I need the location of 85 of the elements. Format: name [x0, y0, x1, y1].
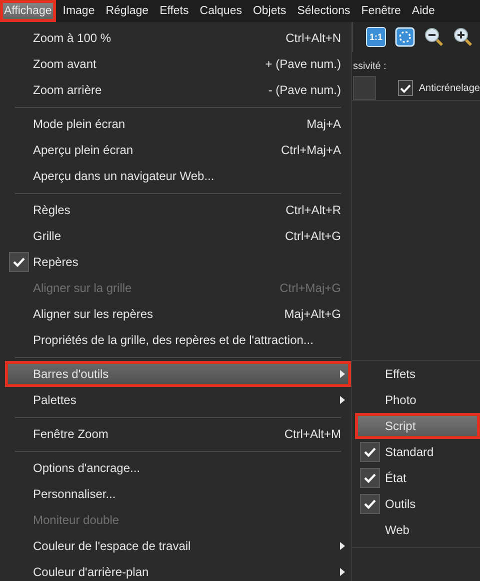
menu-item-label: Web — [385, 523, 410, 537]
menu-item[interactable]: Effets — [355, 361, 480, 387]
menu-item-label: Zoom avant — [33, 57, 98, 71]
checkmark-icon — [360, 468, 380, 488]
menu-item[interactable]: Mode plein écran Maj+A — [5, 111, 351, 137]
shortcut-label: Ctrl+Maj+G — [280, 281, 341, 295]
menu-bar-item[interactable]: Effets — [156, 0, 193, 22]
menu-item[interactable]: Outils — [355, 491, 480, 517]
menu-item[interactable]: Script — [355, 413, 480, 439]
menu-item[interactable]: Zoom avant + (Pave num.) — [5, 51, 351, 77]
menu-item-label: Aligner sur la grille — [33, 281, 133, 295]
menu-item[interactable]: Aligner sur les repères Maj+Alt+G — [5, 301, 351, 327]
menu-item[interactable]: Zoom arrière - (Pave num.) — [5, 77, 351, 103]
shortcut-label: Ctrl+Alt+R — [286, 203, 341, 217]
zoom-in-button[interactable] — [453, 27, 473, 47]
menu-item-label: Outils — [385, 497, 417, 511]
menu-item-label: Options d'ancrage... — [33, 461, 142, 475]
menu-item[interactable]: Fenêtre Zoom Ctrl+Alt+M — [5, 421, 351, 447]
menu-item-label: Effets — [385, 367, 416, 381]
menu-bar-item[interactable]: Objets — [248, 0, 290, 22]
menu-bar-item[interactable]: Réglage — [102, 0, 153, 22]
menu-item[interactable]: Barres d'outils — [5, 361, 351, 387]
menu-item-label: État — [385, 471, 408, 485]
shortcut-label: + (Pave num.) — [265, 57, 341, 71]
menu-item[interactable]: Aperçu dans un navigateur Web... — [5, 163, 351, 189]
zoom-out-button[interactable] — [424, 27, 444, 47]
submenu-arrow-icon — [340, 568, 345, 576]
submenu-arrow-icon — [340, 370, 345, 378]
submenu-arrow-icon — [340, 396, 345, 404]
menu-item[interactable]: Palettes — [5, 387, 351, 413]
menu-item-label: Couleur d'arrière-plan — [33, 565, 150, 579]
menu-item-label: Barres d'outils — [33, 367, 110, 381]
menu-item-label: Mode plein écran — [33, 117, 126, 131]
menu-item-label: Photo — [385, 393, 418, 407]
menu-item-label: Personnaliser... — [33, 487, 117, 501]
menu-bar-item[interactable]: Fenêtre — [357, 0, 405, 22]
menu-item[interactable]: Règles Ctrl+Alt+R — [5, 197, 351, 223]
checkmark-icon — [360, 494, 380, 514]
menu-item[interactable]: Standard — [355, 439, 480, 465]
menu-item-label: Zoom arrière — [33, 83, 103, 97]
menu-bar-item[interactable]: Image — [58, 0, 99, 22]
menu-item-label: Grille — [33, 229, 62, 243]
menu-item[interactable]: Photo — [355, 387, 480, 413]
menu-item-label: Règles — [33, 203, 72, 217]
fit-window-button[interactable] — [395, 27, 415, 47]
menu-bar-item[interactable]: Sélections — [293, 0, 354, 22]
shortcut-label: - (Pave num.) — [268, 83, 341, 97]
menu-item[interactable]: Zoom à 100 % Ctrl+Alt+N — [5, 25, 351, 51]
checkbox[interactable] — [398, 80, 413, 96]
menu-item[interactable]: Options d'ancrage... — [5, 455, 351, 481]
menu-item[interactable]: Repères — [5, 249, 351, 275]
menu-item[interactable]: Propriétés de la grille, des repères et de l'attraction... — [5, 327, 351, 353]
shortcut-label: Ctrl+Maj+A — [280, 143, 341, 157]
menu-item-label: Aperçu plein écran — [33, 143, 134, 157]
menu-item[interactable]: Aperçu plein écran Ctrl+Maj+A — [5, 137, 351, 163]
shortcut-label: Ctrl+Alt+G — [284, 229, 341, 243]
menu-item-label: Moniteur double — [33, 513, 120, 527]
menu-item-label: Script — [385, 419, 417, 433]
menu-item[interactable]: Grille Ctrl+Alt+G — [5, 223, 351, 249]
menu-bar-item[interactable]: Affichage — [0, 0, 56, 22]
menu-item-label: Standard — [385, 445, 435, 459]
shortcut-label: Ctrl+Alt+N — [286, 31, 341, 45]
shortcut-label: Ctrl+Alt+M — [284, 427, 341, 441]
menu-item-label: Propriétés de la grille, des repères et de l'attraction... — [33, 333, 314, 347]
menu-item-label: Repères — [33, 255, 80, 269]
shortcut-label: Maj+A — [306, 117, 341, 131]
menu-item-label: Fenêtre Zoom — [33, 427, 110, 441]
menu-item-label: Palettes — [33, 393, 78, 407]
checkmark-icon — [360, 442, 380, 462]
checkbox-label: Anticrénelage — [418, 82, 480, 94]
shortcut-label: Maj+Alt+G — [284, 307, 341, 321]
submenu-arrow-icon — [340, 542, 345, 550]
menu-item[interactable]: Couleur de l'espace de travail — [5, 533, 351, 559]
option-label: ssivité : — [353, 61, 386, 72]
menu-item-label: Aligner sur les repères — [33, 307, 154, 321]
menu-bar-item[interactable]: Calques — [196, 0, 246, 22]
checkmark-icon — [9, 252, 29, 272]
menu-item[interactable]: Couleur d'arrière-plan — [5, 559, 351, 581]
menu-bar-item[interactable]: Aide — [408, 0, 439, 22]
menu-item[interactable]: État — [355, 465, 480, 491]
menu-item[interactable]: Web — [355, 517, 480, 543]
menu-item-label: Aperçu dans un navigateur Web... — [33, 169, 216, 183]
menu-item-label: Zoom à 100 % — [33, 31, 112, 45]
menu-item[interactable]: Personnaliser... — [5, 481, 351, 507]
menu-item-label: Couleur de l'espace de travail — [33, 539, 192, 553]
